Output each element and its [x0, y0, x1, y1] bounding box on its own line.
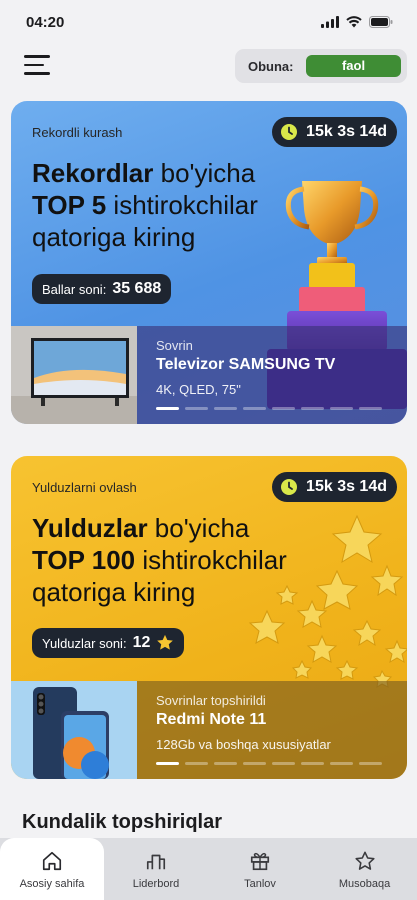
card-tag: Yulduzlarni ovlash: [32, 480, 137, 495]
subscription-label: Obuna:: [248, 58, 294, 74]
title-bold-2: TOP 5: [32, 190, 107, 220]
title-rest-1: bo'yicha: [153, 158, 256, 188]
subscription-status-button[interactable]: faol: [306, 55, 401, 77]
carousel-dot[interactable]: [330, 407, 353, 410]
tab-leaderboard[interactable]: Liderbord: [104, 838, 208, 900]
status-icons: [321, 16, 393, 28]
score-value: 35 688: [112, 280, 162, 297]
carousel-dot[interactable]: [214, 407, 237, 410]
leaderboard-icon: [146, 854, 166, 870]
phone-image: [11, 681, 137, 779]
carousel-dot[interactable]: [272, 762, 295, 765]
carousel-dot[interactable]: [156, 407, 179, 410]
tab-label: Liderbord: [132, 878, 180, 890]
carousel-dot[interactable]: [301, 407, 324, 410]
tab-label: Tanlov: [244, 878, 276, 890]
tab-label: Asosiy sahifa: [19, 878, 85, 890]
carousel-dot[interactable]: [185, 407, 208, 410]
score-chip: Yulduzlar soni: 12: [32, 628, 185, 658]
clock-icon: [281, 124, 298, 140]
tab-competition[interactable]: Musobaqa: [312, 838, 417, 900]
prize-name: Redmi Note 11: [156, 711, 267, 728]
timer-text: 15k 3s 14d: [306, 478, 387, 495]
title-line-3: qatoriga kiring: [32, 222, 196, 252]
status-bar: 04:20: [0, 0, 417, 44]
prize-name: Televizor SAMSUNG TV: [156, 356, 336, 373]
subscription-pill[interactable]: Obuna: faol: [235, 49, 407, 83]
prize-kicker: Sovrinlar topshirildi: [156, 693, 266, 708]
status-time: 04:20: [26, 14, 65, 31]
carousel-dot[interactable]: [243, 407, 266, 410]
wifi-icon: [346, 16, 362, 28]
home-icon: [42, 851, 62, 871]
bottom-tab-bar: Asosiy sahifa Liderbord Tanlov Musobaqa: [0, 838, 417, 900]
score-value: 12: [132, 634, 151, 651]
card-title: Yulduzlar bo'yicha TOP 100 ishtirokchila…: [32, 512, 332, 608]
countdown-timer: 15k 3s 14d: [272, 117, 397, 147]
star-outline-icon: [354, 851, 375, 870]
tab-home[interactable]: Asosiy sahifa: [0, 838, 104, 900]
title-bold-1: Rekordlar: [32, 158, 154, 188]
carousel-dot[interactable]: [359, 407, 382, 410]
title-line-3: qatoriga kiring: [32, 577, 196, 607]
gift-icon: [250, 852, 270, 871]
card-title: Rekordlar bo'yicha TOP 5 ishtirokchilar …: [32, 157, 302, 253]
title-rest-2: ishtirokchilar: [106, 190, 258, 220]
menu-icon[interactable]: [24, 55, 50, 77]
star-icon: [157, 634, 174, 650]
carousel-dot[interactable]: [330, 762, 353, 765]
card-tag: Rekordli kurash: [32, 125, 123, 140]
title-bold-2: TOP 100: [32, 545, 136, 575]
carousel-dot[interactable]: [156, 762, 179, 765]
clock-icon: [281, 479, 298, 495]
battery-icon: [369, 16, 393, 28]
tab-label: Musobaqa: [338, 878, 391, 890]
carousel-dot[interactable]: [272, 407, 295, 410]
carousel-dot[interactable]: [214, 762, 237, 765]
record-contest-card[interactable]: Rekordli kurash 15k 3s 14d Rekordlar bo'…: [11, 101, 407, 424]
carousel-dot[interactable]: [359, 762, 382, 765]
prize-spec: 128Gb va boshqa xususiyatlar: [156, 737, 331, 752]
signal-icon: [321, 16, 339, 28]
score-label: Ballar soni:: [42, 281, 107, 297]
prize-spec: 4K, QLED, 75": [156, 382, 241, 397]
prize-carousel[interactable]: Sovrin Televizor SAMSUNG TV 4K, QLED, 75…: [11, 326, 407, 424]
carousel-dots[interactable]: [156, 762, 382, 765]
carousel-dots[interactable]: [156, 407, 382, 410]
timer-text: 15k 3s 14d: [306, 123, 387, 140]
carousel-dot[interactable]: [243, 762, 266, 765]
top-bar: Obuna: faol: [0, 47, 417, 87]
prize-carousel[interactable]: Sovrinlar topshirildi Redmi Note 11 128G…: [11, 681, 407, 779]
carousel-dot[interactable]: [301, 762, 324, 765]
tv-image: [11, 326, 137, 424]
title-rest-2: ishtirokchilar: [135, 545, 287, 575]
countdown-timer: 15k 3s 14d: [272, 472, 397, 502]
title-bold-1: Yulduzlar: [32, 513, 148, 543]
daily-tasks-title: Kundalik topshiriqlar: [22, 811, 223, 833]
title-rest-1: bo'yicha: [147, 513, 250, 543]
score-label: Yulduzlar soni:: [42, 635, 127, 651]
tab-contest[interactable]: Tanlov: [208, 838, 312, 900]
prize-kicker: Sovrin: [156, 338, 193, 353]
carousel-dot[interactable]: [185, 762, 208, 765]
star-hunt-card[interactable]: Yulduzlarni ovlash 15k 3s 14d Yulduzlar …: [11, 456, 407, 779]
score-chip: Ballar soni: 35 688: [32, 274, 172, 304]
